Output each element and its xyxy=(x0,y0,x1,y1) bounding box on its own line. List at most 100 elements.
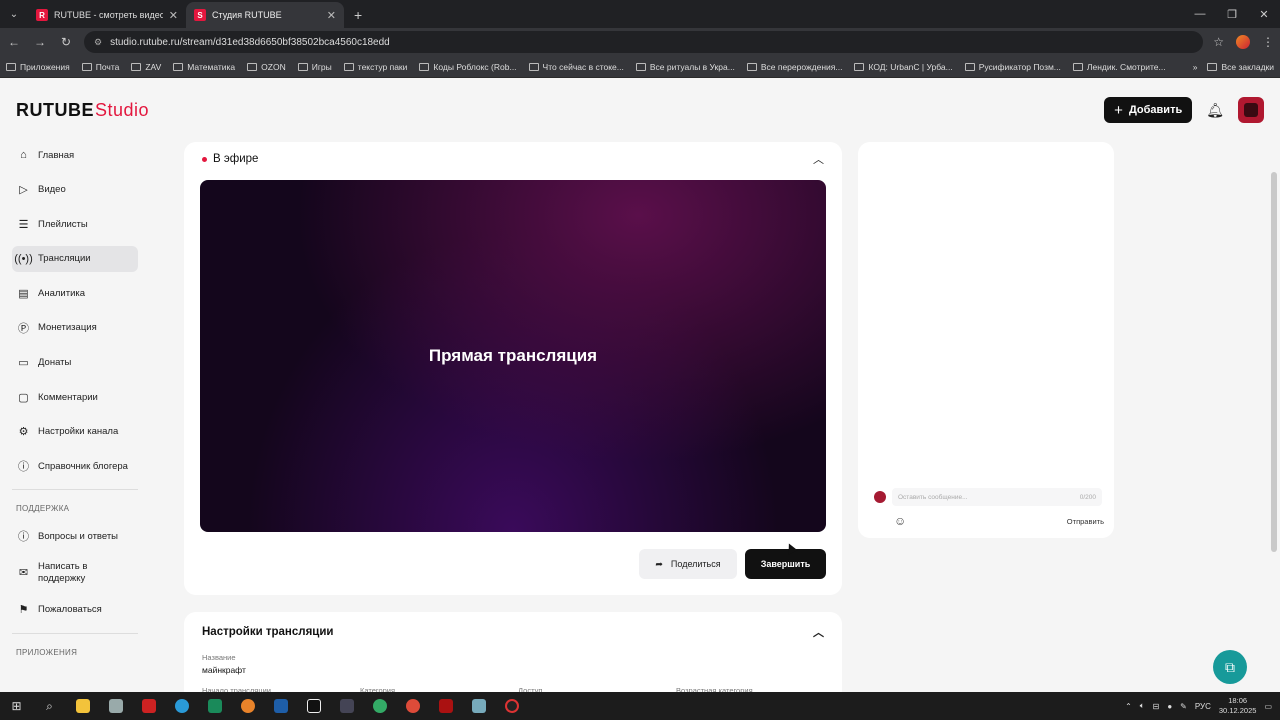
app-icon[interactable] xyxy=(99,692,132,720)
live-actions: ➦ Поделиться Завершить xyxy=(639,549,826,579)
chrome-icon[interactable] xyxy=(396,692,429,720)
bookmark-item[interactable]: Приложения xyxy=(6,62,70,72)
forward-icon[interactable]: → xyxy=(32,35,48,49)
bookmark-item[interactable]: текстур паки xyxy=(343,62,407,72)
sidebar-item-analytics[interactable]: ▤ Аналитика xyxy=(12,280,138,306)
close-tab-icon[interactable]: ✕ xyxy=(169,9,178,22)
notifications-icon[interactable]: ▭ xyxy=(1264,702,1272,711)
extension-icon[interactable] xyxy=(1236,35,1250,49)
bookmark-item[interactable]: КОД: UrbanC | Урба... xyxy=(854,61,953,72)
emoji-icon[interactable]: ☺ xyxy=(894,514,906,528)
tab-search-icon[interactable]: ⌄ xyxy=(0,0,28,28)
url-field[interactable]: ⚙ studio.rutube.ru/stream/d31ed38d6650bf… xyxy=(84,31,1204,53)
grid-icon xyxy=(81,62,92,71)
bookmark-item[interactable]: Все перерождения... xyxy=(746,61,843,72)
app-icon[interactable] xyxy=(363,692,396,720)
page-scrollbar[interactable] xyxy=(1271,172,1277,552)
minimize-icon[interactable]: — xyxy=(1184,0,1216,28)
app-icon[interactable] xyxy=(297,692,330,720)
bookmark-item[interactable]: OZON xyxy=(247,62,286,72)
site-info-icon[interactable]: ⚙ xyxy=(94,37,102,48)
sidebar-divider xyxy=(12,632,138,634)
browser-tab-studio[interactable]: S Студия RUTUBE ✕ xyxy=(186,2,344,28)
sidebar-item-monetization[interactable]: Ⓟ Монетизация xyxy=(12,315,138,341)
avatar[interactable] xyxy=(1238,97,1264,123)
support-chat-button[interactable]: ⧉ xyxy=(1213,650,1247,684)
sidebar-item-channel-settings[interactable]: ⚙ Настройки канала xyxy=(12,419,138,445)
all-bookmarks[interactable]: Все закладки xyxy=(1207,62,1274,72)
photoshop-icon[interactable] xyxy=(264,692,297,720)
clock[interactable]: 18:06 30.12.2025 xyxy=(1219,696,1257,716)
folder-icon xyxy=(343,62,354,71)
finish-stream-button[interactable]: Завершить xyxy=(745,549,826,579)
volume-icon[interactable]: 🔈︎ xyxy=(1140,701,1145,711)
windows-taskbar: ⊞ ⌕ ⌃ 🔈︎ ⊟ ● ✎ РУС 18:06 30.12.2025 ▭ xyxy=(0,692,1280,720)
new-tab-icon[interactable]: + xyxy=(344,2,372,28)
bookmark-label: Все перерождения... xyxy=(760,61,843,72)
site-icon xyxy=(1072,62,1083,71)
reload-icon[interactable]: ↻ xyxy=(58,35,74,49)
tray-expand-icon[interactable]: ⌃ xyxy=(1125,702,1132,711)
telegram-icon[interactable] xyxy=(165,692,198,720)
bookmark-item[interactable]: Математика xyxy=(173,62,235,72)
notifications-bell-icon[interactable]: 🔔︎ xyxy=(1206,102,1224,119)
sidebar-item-playlists[interactable]: ☰ Плейлисты xyxy=(12,211,138,237)
maximize-icon[interactable]: ❐ xyxy=(1216,0,1248,28)
bookmark-star-icon[interactable]: ☆ xyxy=(1213,35,1224,49)
sidebar-item-contact-support[interactable]: ✉ Написать в поддержку xyxy=(12,558,138,588)
app-icon[interactable] xyxy=(231,692,264,720)
name-field-value[interactable]: майнкрафт xyxy=(202,665,246,675)
bookmark-item[interactable]: Почта xyxy=(81,62,119,72)
chevron-up-icon[interactable]: ︿ xyxy=(813,624,824,640)
app-icon[interactable] xyxy=(495,692,528,720)
sidebar-item-video[interactable]: ▷ Видео xyxy=(12,177,138,203)
live-status: В эфире xyxy=(213,153,259,165)
settings-card-header[interactable]: Настройки трансляции ︿ xyxy=(184,612,842,652)
sidebar-item-comments[interactable]: ▢ Комментарии xyxy=(12,384,138,410)
logo-main: RUTUBE xyxy=(16,99,94,120)
browser-menu-icon[interactable]: ⋮ xyxy=(1262,35,1274,49)
file-explorer-icon[interactable] xyxy=(66,692,99,720)
bookmark-item[interactable]: ZAV xyxy=(131,62,161,72)
network-icon[interactable]: ⊟ xyxy=(1153,702,1160,711)
bookmark-item[interactable]: Все ритуалы в Укра... xyxy=(635,62,735,72)
sidebar-item-broadcasts[interactable]: ((•)) Трансляции xyxy=(12,245,138,272)
bookmark-item[interactable]: Что сейчас в стоке... xyxy=(528,62,624,72)
share-button[interactable]: ➦ Поделиться xyxy=(639,549,737,579)
app-icon[interactable] xyxy=(198,692,231,720)
microphone-icon[interactable]: ● xyxy=(1167,702,1172,711)
notepad-icon[interactable] xyxy=(462,692,495,720)
bookmark-item[interactable]: Русификатор Позм... xyxy=(964,62,1061,72)
chat-send-button[interactable]: Отправить xyxy=(1067,517,1104,526)
chevron-up-icon[interactable]: ︿ xyxy=(813,151,824,167)
chat-message-input[interactable]: Оставить сообщение... 0/200 xyxy=(892,488,1102,506)
player-placeholder-text: Прямая трансляция xyxy=(428,346,598,365)
search-icon[interactable]: ⌕ xyxy=(33,692,66,720)
bookmark-item[interactable]: Игры xyxy=(297,62,332,72)
app-icon[interactable] xyxy=(330,692,363,720)
app-icon[interactable] xyxy=(132,692,165,720)
add-button[interactable]: + Добавить xyxy=(1104,97,1193,123)
sidebar-item-home[interactable]: ⌂ Главная xyxy=(12,142,138,168)
video-player[interactable]: Прямая трансляция xyxy=(200,180,826,532)
close-tab-icon[interactable]: ✕ xyxy=(327,9,336,22)
sidebar-item-blogger-guide[interactable]: ⓘ Справочник блогера xyxy=(12,453,138,479)
chat-avatar xyxy=(874,491,886,503)
sidebar-item-donations[interactable]: ▭ Донаты xyxy=(12,350,138,376)
sidebar-item-report[interactable]: ⚑ Пожаловаться xyxy=(12,597,138,623)
bookmark-item[interactable]: Лендик. Смотрите... xyxy=(1072,62,1166,72)
live-card-header[interactable]: В эфире ︿ xyxy=(184,142,842,176)
close-window-icon[interactable]: ✕ xyxy=(1248,0,1280,28)
back-icon[interactable]: ← xyxy=(6,35,22,49)
sidebar-item-faq[interactable]: ⓘ Вопросы и ответы xyxy=(12,523,138,549)
site-icon xyxy=(746,62,757,71)
rutube-studio-logo[interactable]: RUTUBEStudio xyxy=(16,100,149,121)
bookmark-label: КОД: UrbanC | Урба... xyxy=(868,61,953,72)
bookmark-item[interactable]: Коды Роблокс (Rob... xyxy=(419,62,517,72)
start-windows-icon[interactable]: ⊞ xyxy=(0,692,33,720)
more-bookmarks-icon[interactable]: » xyxy=(1193,62,1198,72)
browser-tab-rutube[interactable]: R RUTUBE - смотреть видео онлайн ✕ xyxy=(28,2,186,28)
language-indicator[interactable]: РУС xyxy=(1195,702,1211,711)
app-icon[interactable] xyxy=(429,692,462,720)
pen-icon[interactable]: ✎ xyxy=(1180,702,1187,711)
